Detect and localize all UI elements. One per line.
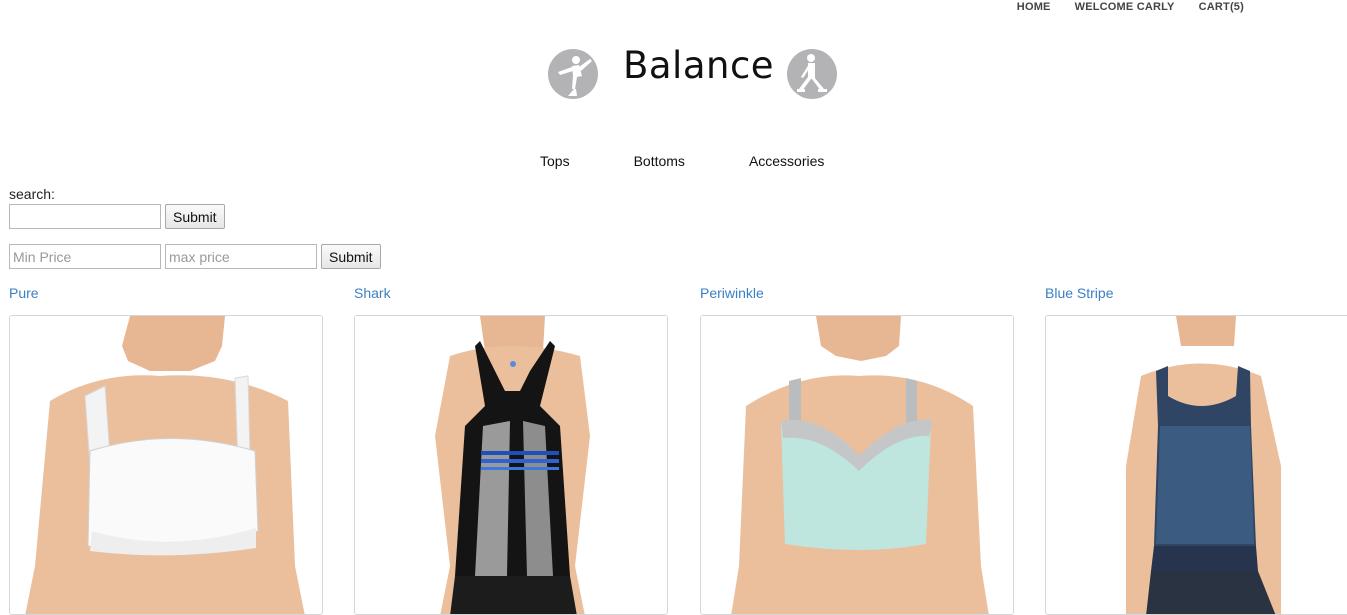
min-price-input[interactable] xyxy=(9,244,161,269)
search-row: Submit xyxy=(9,204,225,229)
product-name-link[interactable]: Periwinkle xyxy=(700,285,764,301)
yoga-pose-icon xyxy=(548,49,598,99)
product-name-link[interactable]: Pure xyxy=(9,285,39,301)
search-submit-button[interactable]: Submit xyxy=(165,204,225,229)
product-card[interactable] xyxy=(1045,315,1347,615)
top-nav: HOME WELCOME CARLY CART(5) xyxy=(1017,0,1244,14)
search-input[interactable] xyxy=(9,204,161,229)
brand-header: Balance xyxy=(548,44,838,104)
product-image xyxy=(355,316,667,614)
product-card[interactable] xyxy=(354,315,668,615)
home-link[interactable]: HOME xyxy=(1017,0,1051,14)
category-accessories[interactable]: Accessories xyxy=(749,152,824,170)
search-label: search: xyxy=(9,186,55,202)
category-nav: Tops Bottoms Accessories xyxy=(540,152,824,170)
product-image xyxy=(1046,316,1347,614)
product-card[interactable] xyxy=(9,315,323,615)
category-bottoms[interactable]: Bottoms xyxy=(634,152,685,170)
product-name-link[interactable]: Blue Stripe xyxy=(1045,285,1113,301)
product-image xyxy=(701,316,1013,614)
price-filter-row: Submit xyxy=(9,244,381,269)
product-image xyxy=(10,316,322,614)
welcome-link[interactable]: WELCOME CARLY xyxy=(1075,0,1175,14)
product-name-link[interactable]: Shark xyxy=(354,285,391,301)
max-price-input[interactable] xyxy=(165,244,317,269)
yoga-pose-icon xyxy=(787,49,837,99)
brand-title: Balance xyxy=(623,44,775,87)
cart-link[interactable]: CART(5) xyxy=(1199,0,1244,14)
product-card[interactable] xyxy=(700,315,1014,615)
category-tops[interactable]: Tops xyxy=(540,152,570,170)
price-submit-button[interactable]: Submit xyxy=(321,244,381,269)
